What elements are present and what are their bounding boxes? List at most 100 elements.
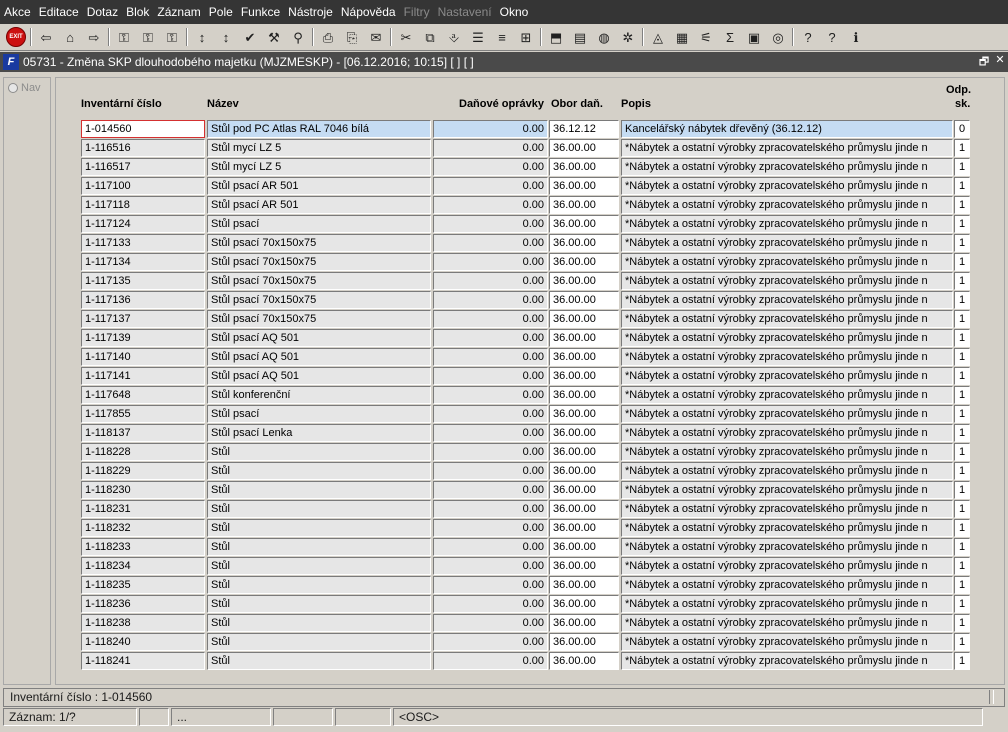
obor-dan-cell[interactable]: 36.00.00: [549, 367, 619, 385]
odp-sk-cell[interactable]: 1: [954, 557, 970, 575]
popis-cell[interactable]: *Nábytek a ostatní výrobky zpracovatelsk…: [621, 424, 953, 442]
odp-sk-cell[interactable]: 1: [954, 614, 970, 632]
danove-opravky-cell[interactable]: 0.00: [433, 443, 548, 461]
obor-dan-cell[interactable]: 36.00.00: [549, 595, 619, 613]
odp-sk-cell[interactable]: 1: [954, 424, 970, 442]
obor-dan-cell[interactable]: 36.00.00: [549, 253, 619, 271]
obor-dan-cell[interactable]: 36.00.00: [549, 272, 619, 290]
odp-sk-cell[interactable]: 1: [954, 462, 970, 480]
popis-cell[interactable]: *Nábytek a ostatní výrobky zpracovatelsk…: [621, 500, 953, 518]
restore-icon[interactable]: 🗗: [976, 53, 992, 72]
filter-icon[interactable]: ⚲: [288, 27, 308, 47]
odp-sk-cell[interactable]: 1: [954, 481, 970, 499]
inventarni-cislo-cell[interactable]: 1-117141: [81, 367, 205, 385]
nazev-cell[interactable]: Stůl mycí LZ 5: [207, 139, 431, 157]
copy-icon[interactable]: ⧉: [420, 27, 440, 47]
odp-sk-cell[interactable]: 1: [954, 386, 970, 404]
excel-icon[interactable]: ▣: [744, 27, 764, 47]
odp-sk-cell[interactable]: 0: [954, 120, 970, 138]
odp-sk-cell[interactable]: 1: [954, 272, 970, 290]
settings-icon[interactable]: ✲: [618, 27, 638, 47]
obor-dan-cell[interactable]: 36.00.00: [549, 519, 619, 537]
nazev-cell[interactable]: Stůl psací AQ 501: [207, 329, 431, 347]
nazev-cell[interactable]: Stůl psací AQ 501: [207, 348, 431, 366]
inventarni-cislo-cell[interactable]: 1-116516: [81, 139, 205, 157]
inventarni-cislo-cell[interactable]: 1-117140: [81, 348, 205, 366]
inventarni-cislo-cell[interactable]: 1-117139: [81, 329, 205, 347]
obor-dan-cell[interactable]: 36.00.00: [549, 158, 619, 176]
inventarni-cislo-cell[interactable]: 1-117137: [81, 310, 205, 328]
nazev-cell[interactable]: Stůl: [207, 652, 431, 670]
help-icon[interactable]: ?: [798, 27, 818, 47]
obor-dan-cell[interactable]: 36.00.00: [549, 234, 619, 252]
popis-cell[interactable]: *Nábytek a ostatní výrobky zpracovatelsk…: [621, 462, 953, 480]
mail-icon[interactable]: ✉: [366, 27, 386, 47]
inventarni-cislo-cell[interactable]: 1-118231: [81, 500, 205, 518]
obor-dan-cell[interactable]: 36.00.00: [549, 177, 619, 195]
nazev-cell[interactable]: Stůl psací AR 501: [207, 177, 431, 195]
nazev-cell[interactable]: Stůl konferenční: [207, 386, 431, 404]
menu-napoveda[interactable]: Nápověda: [337, 5, 400, 19]
clear-icon[interactable]: ⇨: [84, 27, 104, 47]
nazev-cell[interactable]: Stůl: [207, 595, 431, 613]
eye-icon[interactable]: ◬: [648, 27, 668, 47]
odp-sk-cell[interactable]: 1: [954, 538, 970, 556]
nazev-cell[interactable]: Stůl: [207, 500, 431, 518]
nazev-cell[interactable]: Stůl: [207, 557, 431, 575]
nazev-cell[interactable]: Stůl psací 70x150x75: [207, 253, 431, 271]
obor-dan-cell[interactable]: 36.00.00: [549, 405, 619, 423]
whats-this-icon[interactable]: ?: [822, 27, 842, 47]
popis-cell[interactable]: *Nábytek a ostatní výrobky zpracovatelsk…: [621, 557, 953, 575]
obor-dan-cell[interactable]: 36.00.00: [549, 652, 619, 670]
obor-dan-cell[interactable]: 36.00.00: [549, 291, 619, 309]
obor-dan-cell[interactable]: 36.00.00: [549, 538, 619, 556]
inventarni-cislo-cell[interactable]: 1-116517: [81, 158, 205, 176]
wrench-icon[interactable]: ⚒: [264, 27, 284, 47]
odp-sk-cell[interactable]: 1: [954, 576, 970, 594]
danove-opravky-cell[interactable]: 0.00: [433, 139, 548, 157]
menu-akce[interactable]: Akce: [0, 5, 35, 19]
odp-sk-cell[interactable]: 1: [954, 139, 970, 157]
query-icon[interactable]: ⚿: [114, 27, 134, 47]
menu-dotaz[interactable]: Dotaz: [83, 5, 122, 19]
document-icon[interactable]: ▤: [570, 27, 590, 47]
save-icon[interactable]: ⇦: [36, 27, 56, 47]
inventarni-cislo-cell[interactable]: 1-117133: [81, 234, 205, 252]
danove-opravky-cell[interactable]: 0.00: [433, 557, 548, 575]
nazev-cell[interactable]: Stůl: [207, 519, 431, 537]
odp-sk-cell[interactable]: 1: [954, 652, 970, 670]
popis-cell[interactable]: *Nábytek a ostatní výrobky zpracovatelsk…: [621, 519, 953, 537]
danove-opravky-cell[interactable]: 0.00: [433, 177, 548, 195]
print-icon[interactable]: ⎙: [318, 27, 338, 47]
danove-opravky-cell[interactable]: 0.00: [433, 158, 548, 176]
inventarni-cislo-cell[interactable]: 1-118238: [81, 614, 205, 632]
popis-cell[interactable]: *Nábytek a ostatní výrobky zpracovatelsk…: [621, 348, 953, 366]
obor-dan-cell[interactable]: 36.12.12: [549, 120, 619, 138]
odp-sk-cell[interactable]: 1: [954, 443, 970, 461]
popis-cell[interactable]: *Nábytek a ostatní výrobky zpracovatelsk…: [621, 215, 953, 233]
popis-cell[interactable]: *Nábytek a ostatní výrobky zpracovatelsk…: [621, 405, 953, 423]
chart-icon[interactable]: ⚟: [696, 27, 716, 47]
inventarni-cislo-cell[interactable]: 1-117136: [81, 291, 205, 309]
odp-sk-cell[interactable]: 1: [954, 329, 970, 347]
nazev-cell[interactable]: Stůl psací 70x150x75: [207, 272, 431, 290]
inventarni-cislo-cell[interactable]: 1-118230: [81, 481, 205, 499]
nazev-cell[interactable]: Stůl pod PC Atlas RAL 7046 bílá: [207, 120, 431, 138]
danove-opravky-cell[interactable]: 0.00: [433, 633, 548, 651]
danove-opravky-cell[interactable]: 0.00: [433, 386, 548, 404]
obor-dan-cell[interactable]: 36.00.00: [549, 462, 619, 480]
danove-opravky-cell[interactable]: 0.00: [433, 500, 548, 518]
obor-dan-cell[interactable]: 36.00.00: [549, 443, 619, 461]
sum-icon[interactable]: Σ: [720, 27, 740, 47]
inventarni-cislo-cell[interactable]: 1-117100: [81, 177, 205, 195]
nazev-cell[interactable]: Stůl psací AR 501: [207, 196, 431, 214]
nazev-cell[interactable]: Stůl psací 70x150x75: [207, 291, 431, 309]
obor-dan-cell[interactable]: 36.00.00: [549, 500, 619, 518]
popis-cell[interactable]: *Nábytek a ostatní výrobky zpracovatelsk…: [621, 595, 953, 613]
menu-editace[interactable]: Editace: [35, 5, 83, 19]
inventarni-cislo-cell[interactable]: 1-118229: [81, 462, 205, 480]
odp-sk-cell[interactable]: 1: [954, 367, 970, 385]
menu-blok[interactable]: Blok: [122, 5, 153, 19]
danove-opravky-cell[interactable]: 0.00: [433, 215, 548, 233]
popis-cell[interactable]: *Nábytek a ostatní výrobky zpracovatelsk…: [621, 652, 953, 670]
